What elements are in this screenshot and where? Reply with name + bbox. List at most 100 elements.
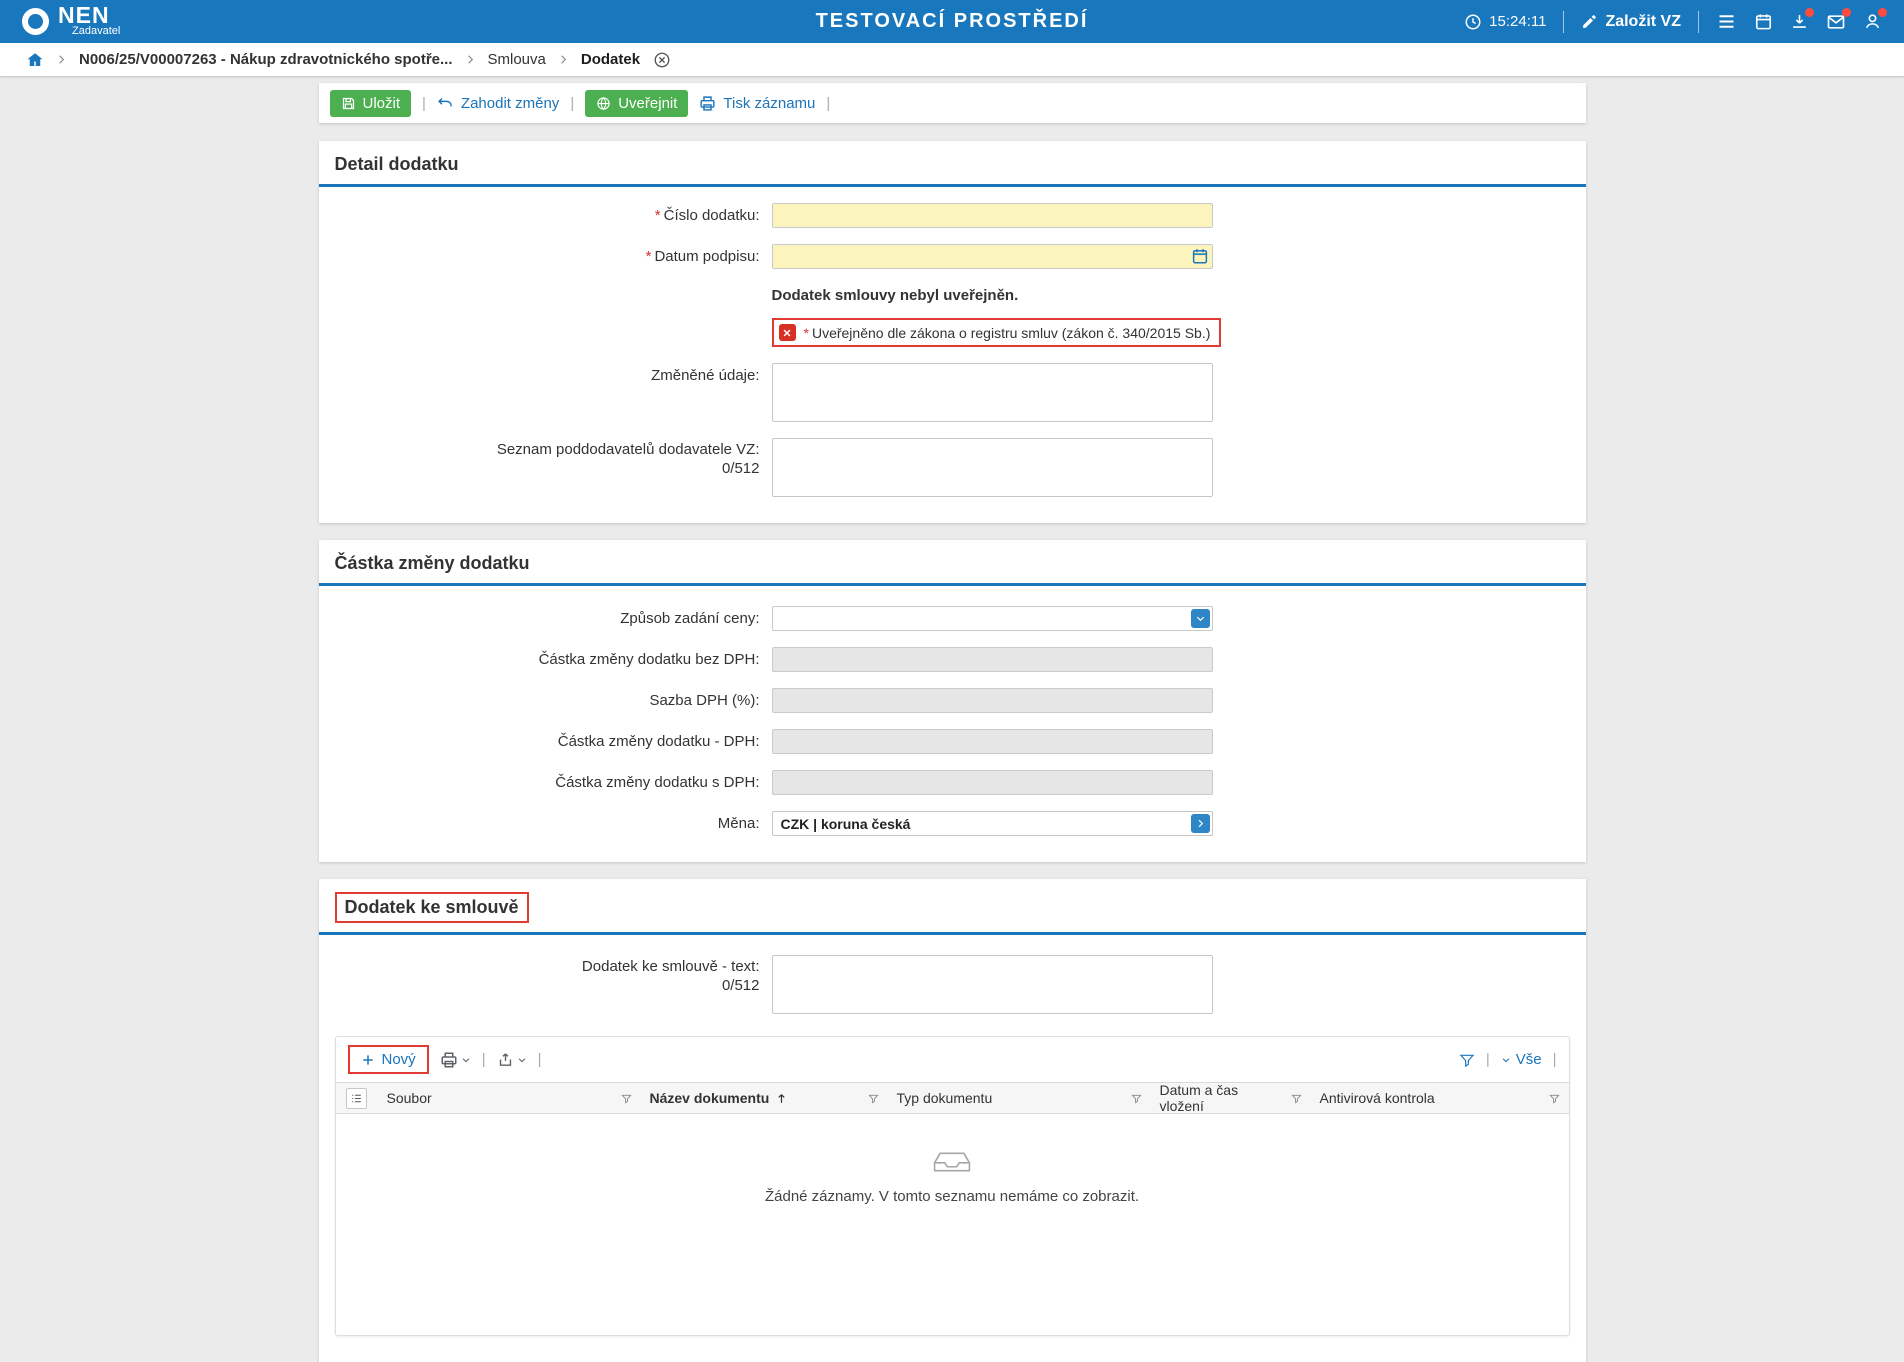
breadcrumb-item-dodatek: Dodatek: [581, 51, 640, 68]
section-header: Částka změny dodatku: [319, 540, 1586, 583]
printer-icon: [440, 1051, 458, 1069]
dropdown-button[interactable]: [1191, 609, 1210, 628]
column-label: Datum a čas vložení: [1160, 1082, 1279, 1114]
column-filter-icon[interactable]: [1131, 1093, 1142, 1104]
chevron-right-icon: [56, 54, 67, 65]
dodatek-text-textarea[interactable]: [772, 955, 1213, 1014]
funnel-icon: [1459, 1052, 1475, 1068]
publish-button[interactable]: Uveřejnit: [585, 90, 688, 117]
castka-dph-field: [772, 729, 1213, 754]
notification-badge: [1842, 8, 1851, 17]
column-label: Název dokumentu: [650, 1090, 770, 1106]
datepicker-button[interactable]: [1191, 247, 1209, 265]
save-button-label: Uložit: [363, 95, 401, 112]
castka-dph-input: [772, 729, 1213, 754]
sort-ascending-icon: [775, 1092, 788, 1105]
toolbar-separator: |: [570, 95, 574, 112]
hamburger-icon: [1716, 11, 1737, 32]
column-settings-button[interactable]: [346, 1088, 367, 1109]
section-title: Dodatek ke smlouvě: [335, 892, 529, 923]
column-header-typ-dokumentu[interactable]: Typ dokumentu: [888, 1083, 1151, 1113]
logo-subtitle: Zadavatel: [72, 25, 120, 37]
form-row: *Číslo dodatku:: [319, 203, 1586, 228]
discard-changes-button[interactable]: Zahodit změny: [437, 95, 559, 112]
open-detail-button[interactable]: [1191, 814, 1210, 833]
user-profile-button[interactable]: [1863, 12, 1882, 31]
chevron-right-icon: [1195, 818, 1206, 829]
table-header-row: Soubor Název dokumentu: [336, 1082, 1569, 1114]
char-counter: 0/512: [319, 976, 760, 995]
pencil-icon: [1581, 13, 1598, 30]
new-document-button[interactable]: Nový: [348, 1045, 429, 1074]
form-row: Částka změny dodatku bez DPH:: [319, 647, 1586, 672]
dodatek-text-label: Dodatek ke smlouvě - text: 0/512: [319, 955, 760, 995]
column-filter-icon[interactable]: [1549, 1093, 1560, 1104]
breadcrumb-item-zakazka[interactable]: N006/25/V00007263 - Nákup zdravotnického…: [79, 51, 453, 68]
castka-s-dph-field: [772, 770, 1213, 795]
save-button[interactable]: Uložit: [330, 90, 412, 117]
column-filter-icon[interactable]: [868, 1093, 879, 1104]
breadcrumb-item-smlouva[interactable]: Smlouva: [488, 51, 546, 68]
mena-value[interactable]: CZK | koruna česká: [772, 811, 1213, 836]
calendar-button[interactable]: [1754, 12, 1773, 31]
datum-podpisu-label: *Datum podpisu:: [319, 244, 760, 269]
table-header-settings: [336, 1083, 378, 1113]
messages-button[interactable]: [1826, 12, 1846, 32]
print-record-button[interactable]: Tisk záznamu: [699, 95, 815, 112]
print-table-button[interactable]: [440, 1051, 471, 1069]
form-row: *Datum podpisu:: [319, 244, 1586, 269]
toolbar-separator: |: [1553, 1051, 1557, 1068]
publish-globe-icon: [596, 96, 611, 111]
zmenene-udaje-textarea[interactable]: [772, 363, 1213, 422]
show-all-button[interactable]: Vše: [1501, 1051, 1542, 1068]
create-vz-button[interactable]: Založit VZ: [1581, 13, 1681, 31]
form-row: Sazba DPH (%):: [319, 688, 1586, 713]
empty-state-text: Žádné záznamy. V tomto seznamu nemáme co…: [336, 1188, 1569, 1205]
nen-logo[interactable]: NEN Zadavatel: [22, 6, 120, 37]
empty-inbox-icon: [933, 1150, 971, 1174]
required-mark: *: [646, 248, 652, 265]
discard-changes-label: Zahodit změny: [461, 95, 559, 112]
form-row: Částka změny dodatku s DPH:: [319, 770, 1586, 795]
filter-button[interactable]: [1459, 1052, 1475, 1068]
record-action-toolbar: Uložit | Zahodit změny | Uveřejnit Tisk …: [319, 83, 1586, 123]
section-divider: [319, 184, 1586, 187]
form-row: Změněné údaje:: [319, 363, 1586, 422]
form-row: Měna: CZK | koruna česká: [319, 811, 1586, 836]
not-published-note: Dodatek smlouvy nebyl uveřejněn.: [772, 287, 1586, 304]
datum-podpisu-input[interactable]: [772, 244, 1213, 269]
column-header-antivirova-kontrola[interactable]: Antivirová kontrola: [1311, 1083, 1569, 1113]
home-button[interactable]: [26, 51, 44, 69]
table-empty-state: Žádné záznamy. V tomto seznamu nemáme co…: [336, 1114, 1569, 1225]
dodatek-text-field: [772, 955, 1213, 1014]
column-filter-icon[interactable]: [1291, 1093, 1302, 1104]
castka-s-dph-label: Částka změny dodatku s DPH:: [319, 770, 760, 795]
chevron-right-icon: [465, 54, 476, 65]
section-header: Dodatek ke smlouvě: [319, 879, 1586, 932]
zpusob-zadani-ceny-select[interactable]: [772, 606, 1213, 631]
column-header-datum-vlozeni[interactable]: Datum a čas vložení: [1151, 1083, 1311, 1113]
menu-button[interactable]: [1716, 11, 1737, 32]
section-dodatek-ke-smlouve: Dodatek ke smlouvě Dodatek ke smlouvě - …: [319, 879, 1586, 1362]
registry-publish-flag[interactable]: *Uveřejněno dle zákona o registru smluv …: [772, 318, 1222, 347]
notification-badge: [1878, 8, 1887, 17]
chevron-down-icon: [517, 1055, 527, 1065]
close-tab-button[interactable]: [653, 51, 671, 69]
environment-title: TESTOVACÍ PROSTŘEDÍ: [816, 10, 1089, 33]
downloads-button[interactable]: [1790, 12, 1809, 31]
sazba-dph-field: [772, 688, 1213, 713]
column-header-nazev-dokumentu[interactable]: Název dokumentu: [641, 1083, 888, 1113]
seznam-poddodavatelu-textarea[interactable]: [772, 438, 1213, 497]
export-table-button[interactable]: [497, 1051, 527, 1068]
home-icon: [26, 51, 44, 69]
column-header-soubor[interactable]: Soubor: [378, 1083, 641, 1113]
column-label: Typ dokumentu: [897, 1090, 993, 1106]
sazba-dph-input: [772, 688, 1213, 713]
undo-icon: [437, 95, 454, 112]
cross-checkbox-icon[interactable]: [779, 324, 796, 341]
cislo-dodatku-input[interactable]: [772, 203, 1213, 228]
column-filter-icon[interactable]: [621, 1093, 632, 1104]
notification-badge: [1805, 8, 1814, 17]
seznam-poddodavatelu-label: Seznam poddodavatelů dodavatele VZ: 0/51…: [319, 438, 760, 478]
castka-s-dph-input: [772, 770, 1213, 795]
